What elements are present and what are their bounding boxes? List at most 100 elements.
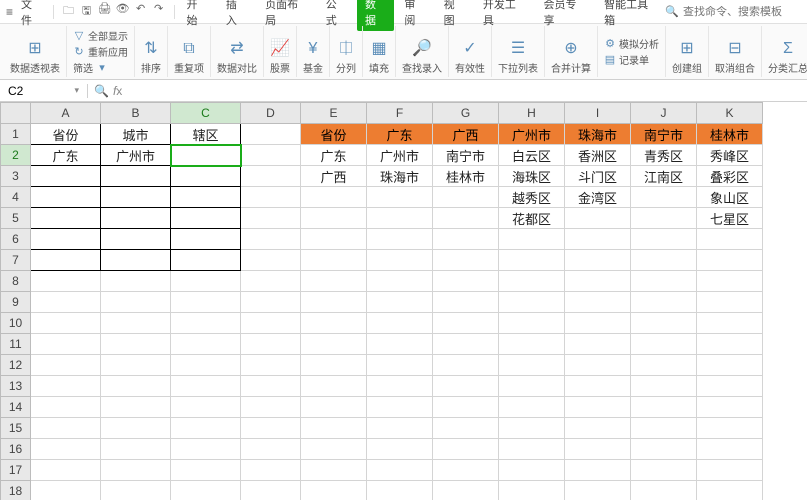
- ribbon-dropdown[interactable]: ☰下拉列表: [492, 26, 545, 77]
- cell-H13[interactable]: [499, 376, 565, 397]
- cell-F1[interactable]: 广东: [367, 124, 433, 145]
- cell-E1[interactable]: 省份: [301, 124, 367, 145]
- cell-G5[interactable]: [433, 208, 499, 229]
- cell-B4[interactable]: [101, 187, 171, 208]
- cell-B8[interactable]: [101, 271, 171, 292]
- col-header-C[interactable]: C: [171, 103, 241, 124]
- cell-A9[interactable]: [31, 292, 101, 313]
- cell-E14[interactable]: [301, 397, 367, 418]
- cell-J7[interactable]: [631, 250, 697, 271]
- col-header-H[interactable]: H: [499, 103, 565, 124]
- col-header-D[interactable]: D: [241, 103, 301, 124]
- cell-G17[interactable]: [433, 460, 499, 481]
- cell-A4[interactable]: [31, 187, 101, 208]
- cell-C16[interactable]: [171, 439, 241, 460]
- col-header-E[interactable]: E: [301, 103, 367, 124]
- cell-A14[interactable]: [31, 397, 101, 418]
- ribbon-stock[interactable]: 📈股票: [264, 26, 297, 77]
- cell-E11[interactable]: [301, 334, 367, 355]
- cell-F18[interactable]: [367, 481, 433, 500]
- cell-H6[interactable]: [499, 229, 565, 250]
- cell-A13[interactable]: [31, 376, 101, 397]
- cell-D4[interactable]: [241, 187, 301, 208]
- cell-H2[interactable]: 白云区: [499, 145, 565, 166]
- cell-B18[interactable]: [101, 481, 171, 500]
- cell-D13[interactable]: [241, 376, 301, 397]
- cell-B3[interactable]: [101, 166, 171, 187]
- cell-E12[interactable]: [301, 355, 367, 376]
- cell-G7[interactable]: [433, 250, 499, 271]
- ribbon-consolidate[interactable]: ⊕合并计算: [545, 26, 598, 77]
- cell-H18[interactable]: [499, 481, 565, 500]
- cell-D16[interactable]: [241, 439, 301, 460]
- cell-J3[interactable]: 江南区: [631, 166, 697, 187]
- cell-B10[interactable]: [101, 313, 171, 334]
- cell-K1[interactable]: 桂林市: [697, 124, 763, 145]
- cell-B11[interactable]: [101, 334, 171, 355]
- cell-D8[interactable]: [241, 271, 301, 292]
- cell-I17[interactable]: [565, 460, 631, 481]
- cell-I13[interactable]: [565, 376, 631, 397]
- cell-K2[interactable]: 秀峰区: [697, 145, 763, 166]
- cell-C2[interactable]: [171, 145, 241, 166]
- cell-B7[interactable]: [101, 250, 171, 271]
- cell-A8[interactable]: [31, 271, 101, 292]
- cell-F6[interactable]: [367, 229, 433, 250]
- ribbon-ungroup[interactable]: ⊟取消组合: [709, 26, 762, 77]
- row-header-17[interactable]: 17: [1, 460, 31, 481]
- cell-K5[interactable]: 七星区: [697, 208, 763, 229]
- col-header-F[interactable]: F: [367, 103, 433, 124]
- cell-J12[interactable]: [631, 355, 697, 376]
- cell-E15[interactable]: [301, 418, 367, 439]
- search-input[interactable]: [683, 6, 803, 18]
- cell-H11[interactable]: [499, 334, 565, 355]
- cell-G4[interactable]: [433, 187, 499, 208]
- cell-F11[interactable]: [367, 334, 433, 355]
- col-header-B[interactable]: B: [101, 103, 171, 124]
- cell-H16[interactable]: [499, 439, 565, 460]
- ribbon-fill[interactable]: ▦填充: [363, 26, 396, 77]
- ribbon-pivot[interactable]: ⊞数据透视表: [4, 26, 67, 77]
- cell-E4[interactable]: [301, 187, 367, 208]
- cell-F4[interactable]: [367, 187, 433, 208]
- cell-K4[interactable]: 象山区: [697, 187, 763, 208]
- row-header-7[interactable]: 7: [1, 250, 31, 271]
- undo-icon[interactable]: ↶: [134, 2, 148, 21]
- cell-E3[interactable]: 广西: [301, 166, 367, 187]
- row-header-13[interactable]: 13: [1, 376, 31, 397]
- cell-G16[interactable]: [433, 439, 499, 460]
- col-header-J[interactable]: J: [631, 103, 697, 124]
- cell-G6[interactable]: [433, 229, 499, 250]
- cell-F8[interactable]: [367, 271, 433, 292]
- name-box[interactable]: C2 ▾: [0, 84, 88, 98]
- cell-J4[interactable]: [631, 187, 697, 208]
- ribbon-fund[interactable]: ¥基金: [297, 26, 330, 77]
- cell-B16[interactable]: [101, 439, 171, 460]
- cell-I9[interactable]: [565, 292, 631, 313]
- cell-I18[interactable]: [565, 481, 631, 500]
- cell-G2[interactable]: 南宁市: [433, 145, 499, 166]
- cell-G8[interactable]: [433, 271, 499, 292]
- cell-G14[interactable]: [433, 397, 499, 418]
- row-header-10[interactable]: 10: [1, 313, 31, 334]
- select-all-corner[interactable]: [1, 103, 31, 124]
- cell-E2[interactable]: 广东: [301, 145, 367, 166]
- cell-D15[interactable]: [241, 418, 301, 439]
- cell-A10[interactable]: [31, 313, 101, 334]
- cell-I14[interactable]: [565, 397, 631, 418]
- cell-H7[interactable]: [499, 250, 565, 271]
- row-header-11[interactable]: 11: [1, 334, 31, 355]
- cell-K9[interactable]: [697, 292, 763, 313]
- cell-F3[interactable]: 珠海市: [367, 166, 433, 187]
- ribbon-filter[interactable]: ▽全部显示 ↻重新应用 筛选▾: [67, 26, 135, 77]
- cell-J6[interactable]: [631, 229, 697, 250]
- cell-J9[interactable]: [631, 292, 697, 313]
- row-header-16[interactable]: 16: [1, 439, 31, 460]
- cell-C10[interactable]: [171, 313, 241, 334]
- app-menu-icon[interactable]: ≡: [4, 5, 15, 19]
- cell-A18[interactable]: [31, 481, 101, 500]
- redo-icon[interactable]: ↷: [152, 2, 166, 21]
- cell-J15[interactable]: [631, 418, 697, 439]
- spreadsheet-grid[interactable]: ABCDEFGHIJK1省份城市辖区省份广东广西广州市珠海市南宁市桂林市2广东广…: [0, 102, 807, 500]
- row-header-5[interactable]: 5: [1, 208, 31, 229]
